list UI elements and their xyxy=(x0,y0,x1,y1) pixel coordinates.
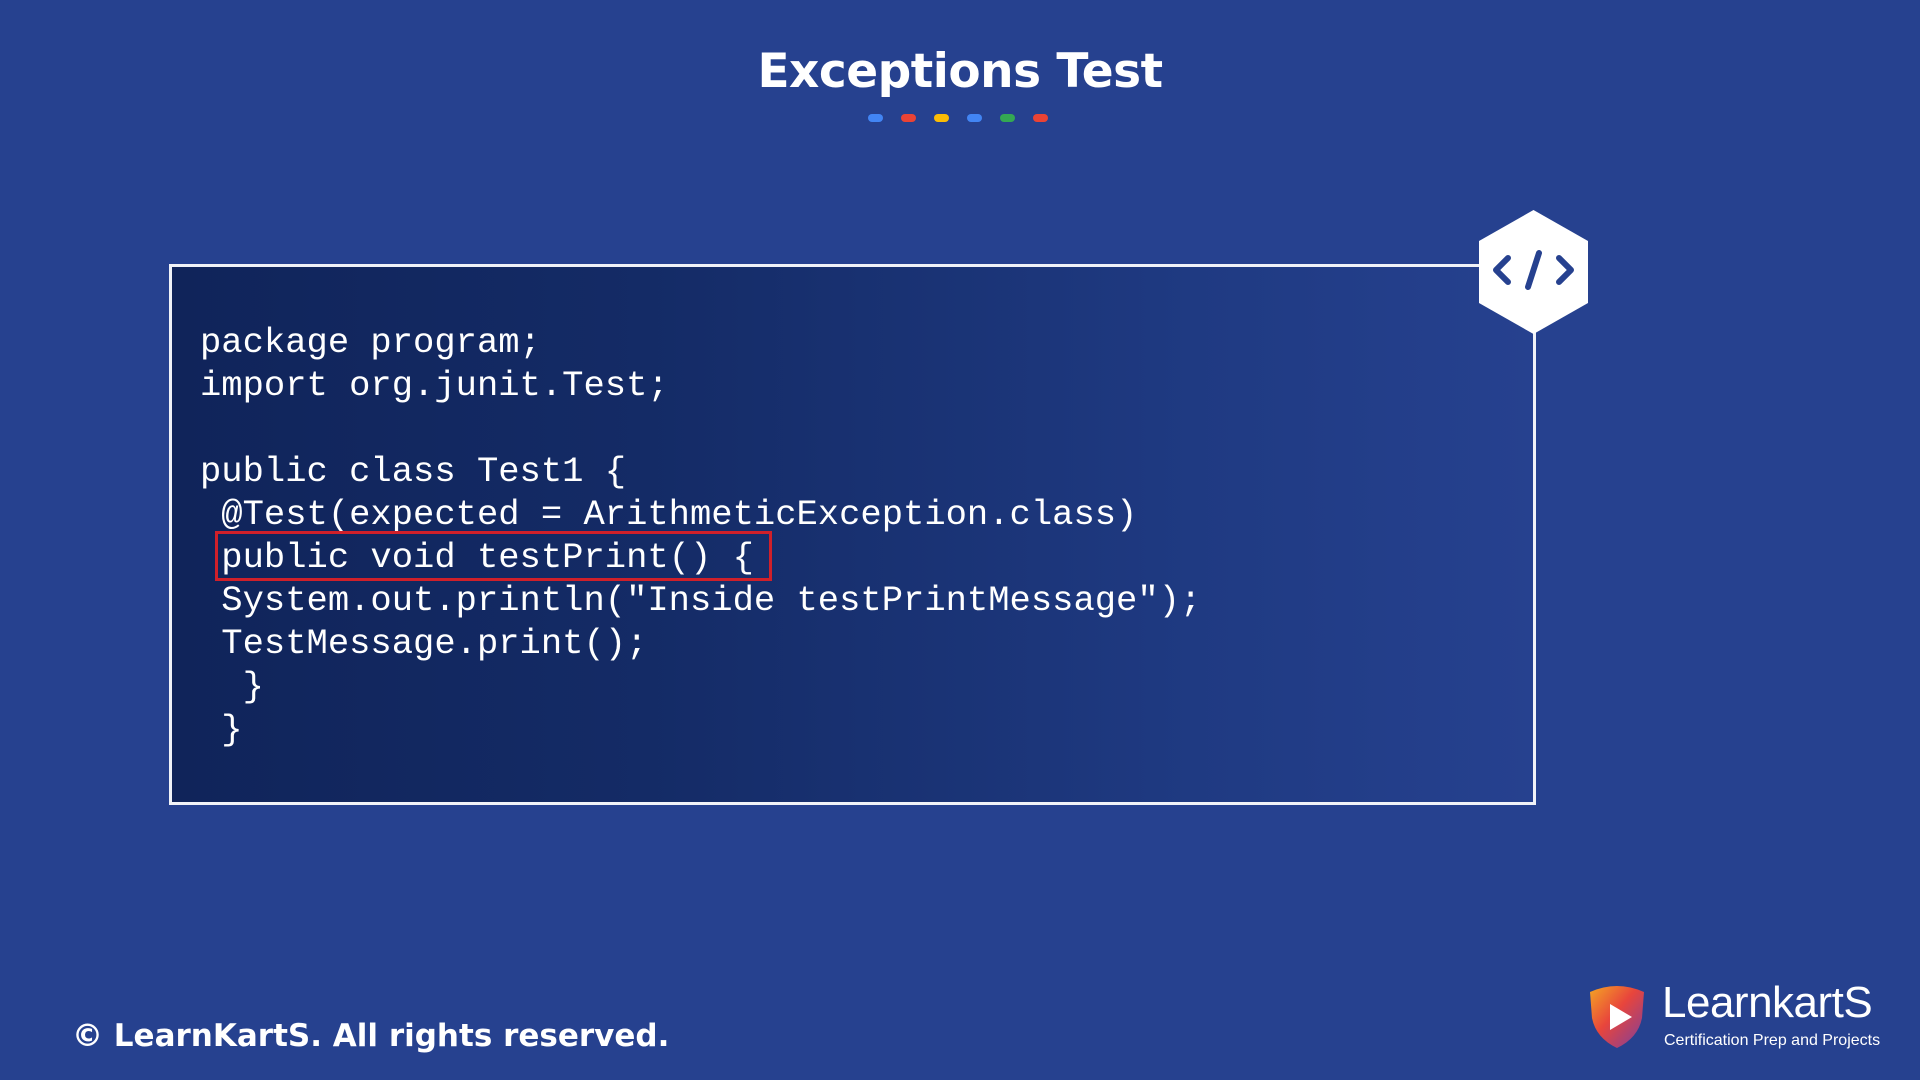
title-decoration-dots xyxy=(868,114,1048,122)
dot-blue-2 xyxy=(967,114,982,122)
code-line: package program; xyxy=(200,322,541,363)
learnkarts-logo-icon xyxy=(1590,986,1644,1048)
dot-green xyxy=(1000,114,1015,122)
dot-blue xyxy=(868,114,883,122)
code-line: TestMessage.print(); xyxy=(200,623,648,664)
brand-tagline: Certification Prep and Projects xyxy=(1664,1032,1881,1049)
code-line: } xyxy=(200,666,264,707)
brand-logo-block: LearnkartS Certification Prep and Projec… xyxy=(1586,978,1906,1052)
slide: Exceptions Test package program; import o… xyxy=(0,0,1920,1080)
code-panel: package program; import org.junit.Test; pu… xyxy=(169,264,1536,805)
dot-yellow xyxy=(934,114,949,122)
code-line: } xyxy=(200,709,243,750)
copyright-notice: © LearnKartS. All rights reserved. xyxy=(72,1018,670,1054)
brand-name: LearnkartS xyxy=(1662,978,1873,1027)
code-line: @Test(expected = ArithmeticException.cla… xyxy=(200,494,1138,535)
slide-title: Exceptions Test xyxy=(757,44,1163,99)
code-line: public class Test1 { xyxy=(200,451,627,492)
dot-red xyxy=(901,114,916,122)
highlight-box xyxy=(215,531,772,581)
code-icon xyxy=(1479,210,1588,334)
dot-red-2 xyxy=(1033,114,1048,122)
code-line: import org.junit.Test; xyxy=(200,365,669,406)
code-line: System.out.println("Inside testPrintMess… xyxy=(200,580,1202,621)
